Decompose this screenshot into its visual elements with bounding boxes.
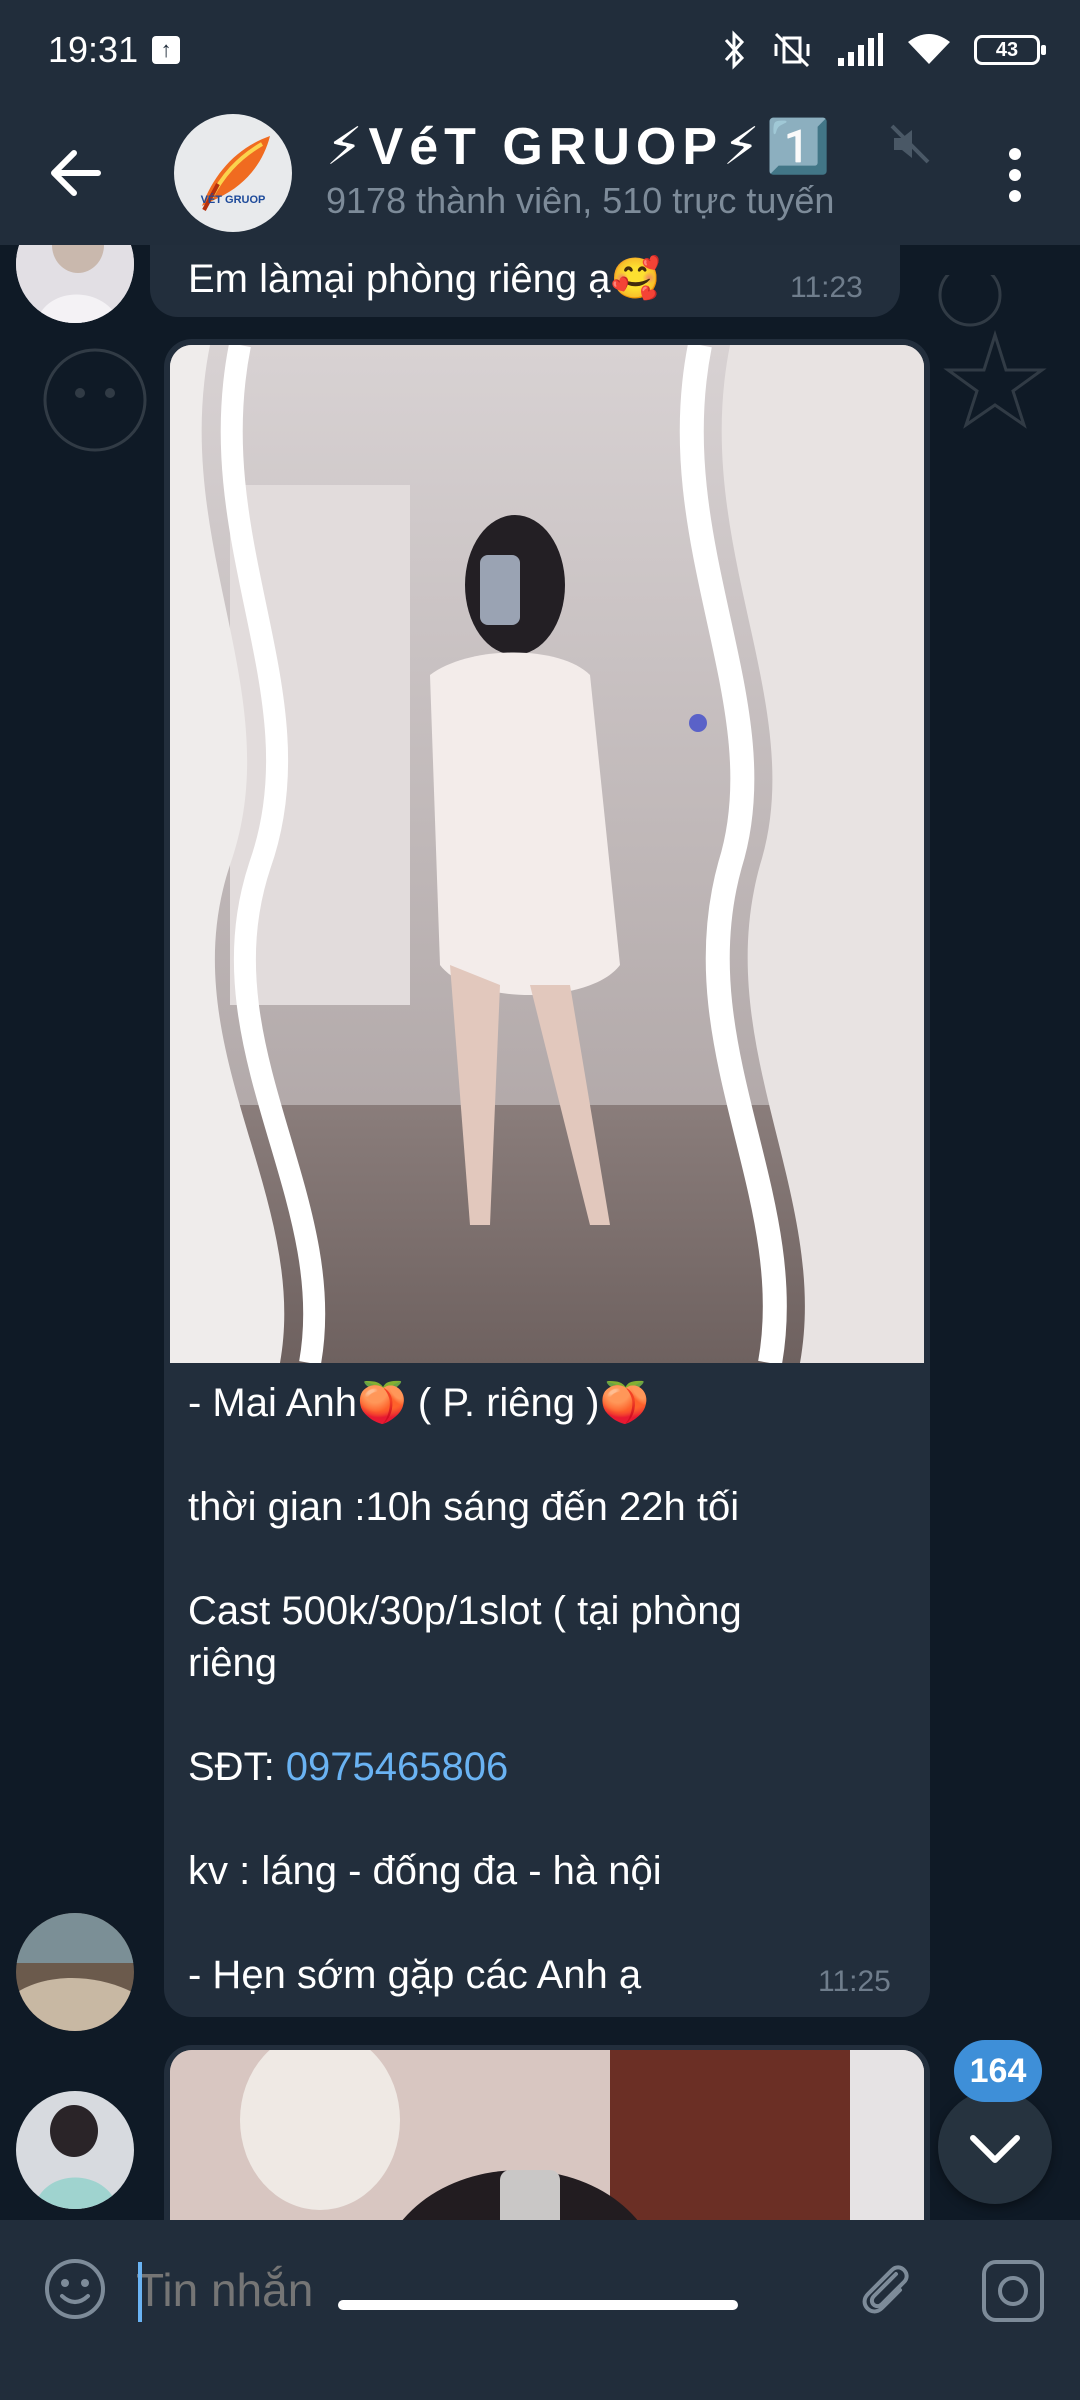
wifi-icon bbox=[908, 34, 950, 64]
more-options-icon[interactable] bbox=[990, 140, 1040, 210]
chat-header: VÉT GRUOP ⚡VéT GRUOP⚡1️⃣ 9178 thành viên… bbox=[0, 100, 1080, 245]
sender-avatar-photo bbox=[16, 245, 134, 323]
group-avatar[interactable]: VÉT GRUOP bbox=[174, 114, 292, 232]
sender-avatar[interactable] bbox=[16, 1913, 134, 2031]
home-indicator bbox=[338, 2300, 738, 2310]
sender-avatar-photo bbox=[16, 1913, 134, 2031]
caption-line: - Mai Anh🍑 ( P. riêng )🍑 bbox=[188, 1381, 650, 1425]
status-bar: 19:31 ↑ 43 bbox=[0, 0, 1080, 100]
mirror-selfie-image bbox=[170, 345, 924, 1363]
scroll-to-bottom-button[interactable] bbox=[938, 2090, 1052, 2204]
status-icons: 43 bbox=[720, 30, 1046, 70]
emoji-icon[interactable] bbox=[42, 2256, 108, 2322]
chevron-down-icon bbox=[970, 2135, 1020, 2163]
status-left: 19:31 ↑ bbox=[48, 29, 181, 71]
bluetooth-icon bbox=[724, 30, 745, 70]
group-subtitle: 9178 thành viên, 510 trực tuyến bbox=[326, 180, 835, 221]
background-star-icon bbox=[938, 275, 1047, 429]
message-input[interactable] bbox=[136, 2250, 816, 2330]
phone-label: SĐT: bbox=[188, 1745, 286, 1789]
caption-line: thời gian :10h sáng đến 22h tối bbox=[188, 1485, 740, 1529]
room-selfie-image bbox=[170, 2050, 924, 2220]
battery-indicator: 43 bbox=[974, 35, 1046, 65]
caption-line: riêng bbox=[188, 1641, 277, 1685]
text-caret bbox=[138, 2262, 142, 2322]
group-title[interactable]: ⚡VéT GRUOP⚡1️⃣ bbox=[326, 116, 836, 177]
status-time: 19:31 bbox=[48, 29, 139, 70]
phone-number-link[interactable]: 0975465806 bbox=[286, 1745, 508, 1789]
sender-avatar[interactable] bbox=[16, 245, 134, 323]
paperclip-icon[interactable] bbox=[852, 2256, 918, 2322]
message-time: 11:25 bbox=[818, 1965, 891, 1998]
upload-icon: ↑ bbox=[152, 36, 181, 64]
message-photo[interactable] bbox=[170, 2050, 924, 2220]
caption-phone-line: SĐT: 0975465806 bbox=[188, 1741, 508, 1793]
message-text: Em làmại phòng riêng ạ🥰 bbox=[188, 257, 661, 301]
sender-avatar[interactable] bbox=[16, 2091, 134, 2209]
back-arrow-icon[interactable] bbox=[40, 138, 110, 208]
caption-line: - Hẹn sớm gặp các Anh ạ bbox=[188, 1953, 642, 1997]
message-time: 11:23 bbox=[790, 271, 863, 304]
muted-speaker-icon bbox=[890, 124, 930, 164]
unread-count-badge: 164 bbox=[954, 2040, 1042, 2102]
background-doodle-icon bbox=[43, 348, 147, 452]
message-input-bar bbox=[0, 2220, 1080, 2400]
vibrate-off-icon bbox=[774, 32, 810, 68]
camera-icon[interactable] bbox=[978, 2256, 1048, 2326]
sender-avatar-photo bbox=[16, 2091, 134, 2209]
signal-icon bbox=[838, 33, 883, 66]
chat-messages-area[interactable]: Em làmại phòng riêng ạ🥰 11:23 - Mai Anh🍑… bbox=[0, 245, 1080, 2220]
message-photo[interactable] bbox=[170, 345, 924, 1363]
caption-line: kv : láng - đống đa - hà nội bbox=[188, 1849, 662, 1893]
avatar-logo-text: VÉT GRUOP bbox=[200, 194, 266, 206]
caption-line: Cast 500k/30p/1slot ( tại phòng bbox=[188, 1589, 742, 1633]
logo-feather-icon bbox=[202, 136, 270, 211]
